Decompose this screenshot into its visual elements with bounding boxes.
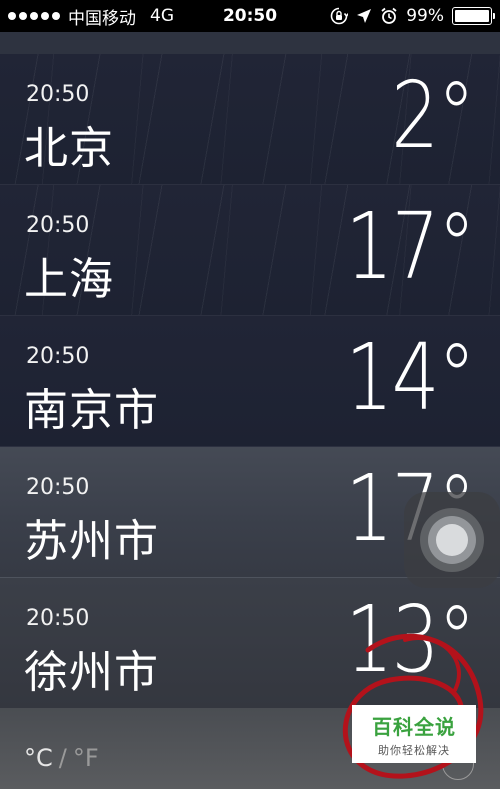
orientation-lock-icon [330, 7, 349, 25]
status-bar: 中国移动 4G 20:50 99% [0, 0, 500, 32]
city-temperature: 13° [345, 586, 475, 693]
city-local-time: 20:50 [26, 606, 90, 631]
alarm-icon [381, 7, 397, 24]
city-local-time: 20:50 [26, 475, 90, 500]
watermark-subtitle: 助你轻松解决 [378, 743, 450, 757]
city-row-shanghai[interactable]: 20:50 上海 17° [0, 185, 500, 316]
watermark-logo: 百科全说 助你轻松解决 [352, 705, 476, 763]
city-name: 苏州市 [24, 516, 159, 567]
celsius-label: °C [24, 744, 53, 772]
unit-separator: / [58, 744, 67, 772]
city-local-time: 20:50 [26, 82, 90, 107]
city-temperature: 17° [345, 193, 475, 300]
city-row-beijing[interactable]: 20:50 北京 2° [0, 54, 500, 185]
carrier-name: 中国移动 [68, 8, 136, 29]
watermark-title: 百科全说 [372, 714, 456, 739]
city-list: 20:50 北京 2° 20:50 上海 17° 20:50 南京市 14° 2… [0, 32, 500, 709]
city-row-xuzhou[interactable]: 20:50 徐州市 13° [0, 578, 500, 709]
temperature-unit-toggle[interactable]: °C / °F [24, 744, 99, 772]
signal-strength-icon [8, 12, 60, 20]
city-name: 上海 [24, 254, 114, 305]
location-icon [357, 9, 372, 23]
city-temperature: 14° [345, 324, 475, 431]
city-row-nanjing[interactable]: 20:50 南京市 14° [0, 316, 500, 447]
city-name: 南京市 [24, 385, 159, 436]
city-temperature: 2° [391, 62, 476, 169]
city-name: 北京 [24, 123, 114, 174]
city-local-time: 20:50 [26, 213, 90, 238]
fahrenheit-label: °F [72, 744, 99, 772]
battery-percent: 99% [406, 6, 444, 26]
battery-icon [452, 7, 495, 25]
network-type: 4G [150, 6, 174, 26]
assistive-touch-button[interactable] [404, 492, 500, 588]
city-local-time: 20:50 [26, 344, 90, 369]
list-top-sliver [0, 32, 500, 54]
city-name: 徐州市 [24, 647, 159, 698]
